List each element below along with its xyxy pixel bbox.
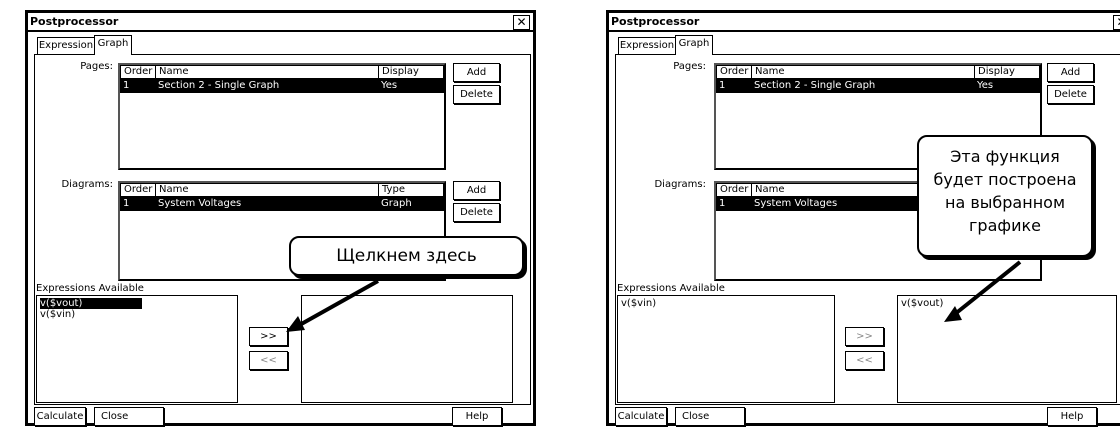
expressions-selected-list[interactable]: [301, 295, 513, 403]
diagrams-row-type: Graph: [381, 198, 412, 209]
pages-label: Pages:: [673, 61, 706, 72]
pages-row[interactable]: 1 Section 2 - Single Graph Yes: [716, 79, 1040, 93]
window-title: Postprocessor: [611, 15, 700, 28]
pages-header-name[interactable]: Name: [155, 65, 379, 79]
pages-row-order: 1: [719, 80, 726, 91]
expressions-label: Expressions Available: [617, 283, 725, 294]
pages-add-button[interactable]: Add: [453, 63, 500, 82]
calculate-label: Calculate: [36, 411, 84, 422]
callout-function-info: Эта функция будет построена на выбранном…: [917, 135, 1093, 257]
diagrams-row-order: 1: [719, 198, 726, 209]
help-button[interactable]: Help: [452, 407, 502, 426]
pages-row-order: 1: [123, 80, 130, 91]
diagrams-add-button[interactable]: Add: [453, 181, 500, 200]
move-right-button[interactable]: >>: [845, 327, 884, 346]
close-icon[interactable]: ✕: [1113, 15, 1120, 30]
pages-label: Pages:: [80, 61, 113, 72]
callout-click-here: Щелкнем здесь: [289, 236, 524, 276]
expressions-label: Expressions Available: [36, 283, 144, 294]
expressions-selected-list[interactable]: v($vout): [897, 295, 1117, 403]
diagrams-header-order[interactable]: Order: [120, 183, 156, 197]
close-icon[interactable]: ✕: [513, 15, 530, 30]
expression-item[interactable]: v($vin): [621, 298, 656, 309]
diagrams-row[interactable]: 1 System Voltages Graph: [120, 197, 444, 211]
diagrams-row-name: System Voltages: [754, 198, 838, 209]
callout-line: графике: [969, 216, 1041, 235]
tab-expression[interactable]: Expression: [618, 37, 676, 55]
pages-header-order[interactable]: Order: [120, 65, 156, 79]
postprocessor-window-left: Postprocessor ✕ Expression Graph Pages: …: [25, 10, 536, 426]
pages-row[interactable]: 1 Section 2 - Single Graph Yes: [120, 79, 444, 93]
pages-header-display[interactable]: Display: [378, 65, 444, 79]
pages-add-button[interactable]: Add: [1047, 63, 1094, 82]
callout-text: Щелкнем здесь: [336, 246, 477, 266]
calculate-button[interactable]: Calculate: [34, 407, 86, 426]
tab-expression[interactable]: Expression: [37, 37, 95, 55]
expressions-available-list[interactable]: v($vin): [617, 295, 835, 403]
pages-delete-button[interactable]: Delete: [453, 85, 500, 104]
diagrams-row-order: 1: [123, 198, 130, 209]
calculate-button[interactable]: Calculate: [615, 407, 667, 426]
callout-line: Эта функция: [950, 147, 1060, 166]
callout-line: на выбранном: [944, 193, 1066, 212]
diagrams-label: Diagrams:: [61, 179, 113, 190]
pages-row-display: Yes: [977, 80, 994, 91]
pages-delete-button[interactable]: Delete: [1047, 85, 1094, 104]
calculate-label: Calculate: [617, 411, 665, 422]
window-title: Postprocessor: [30, 15, 119, 28]
expression-item[interactable]: v($vout): [40, 298, 143, 309]
pages-header-display[interactable]: Display: [974, 65, 1040, 79]
pages-list[interactable]: Order Name Display 1 Section 2 - Single …: [118, 63, 446, 170]
close-label: Close: [682, 411, 710, 422]
diagrams-header-type[interactable]: Type: [378, 183, 444, 197]
pages-row-name: Section 2 - Single Graph: [754, 80, 876, 91]
title-bar: Postprocessor ✕: [28, 13, 533, 32]
help-button[interactable]: Help: [1047, 407, 1097, 426]
move-right-button[interactable]: >>: [249, 327, 288, 346]
diagrams-header-order[interactable]: Order: [716, 183, 752, 197]
close-button[interactable]: Close: [94, 407, 164, 426]
help-label: Help: [1060, 411, 1084, 422]
tab-graph[interactable]: Graph: [675, 35, 713, 55]
move-left-button[interactable]: <<: [845, 351, 884, 370]
diagrams-delete-button[interactable]: Delete: [453, 203, 500, 222]
pages-header-order[interactable]: Order: [716, 65, 752, 79]
pages-row-name: Section 2 - Single Graph: [158, 80, 280, 91]
title-bar: Postprocessor ✕: [609, 13, 1120, 32]
diagrams-header-name[interactable]: Name: [155, 183, 379, 197]
move-left-button[interactable]: <<: [249, 351, 288, 370]
close-label: Close: [101, 411, 129, 422]
expression-item[interactable]: v($vin): [40, 309, 75, 320]
diagrams-label: Diagrams:: [654, 179, 706, 190]
pages-header-name[interactable]: Name: [751, 65, 975, 79]
help-label: Help: [465, 411, 489, 422]
tab-graph[interactable]: Graph: [94, 35, 132, 55]
expressions-available-list[interactable]: v($vout) v($vin): [36, 295, 238, 403]
callout-line: будет построена: [933, 170, 1077, 189]
pages-row-display: Yes: [381, 80, 398, 91]
close-button[interactable]: Close: [675, 407, 745, 426]
diagrams-row-name: System Voltages: [158, 198, 242, 209]
expression-item[interactable]: v($vout): [901, 298, 943, 309]
